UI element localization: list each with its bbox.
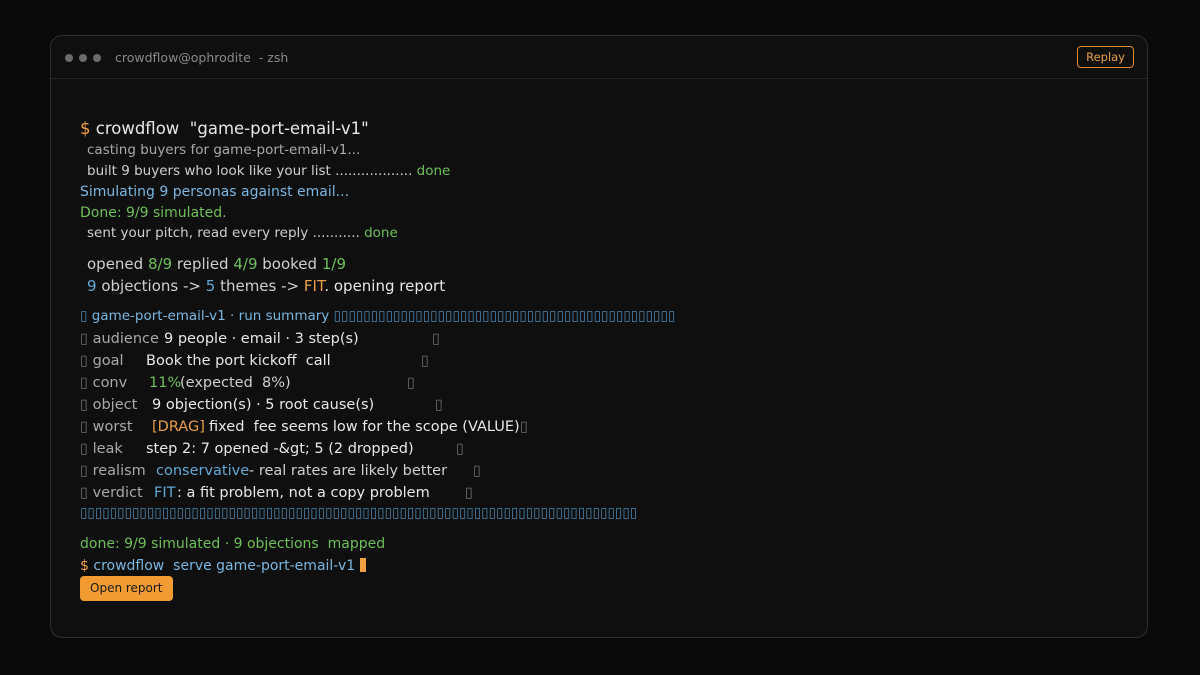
built-line: built 9 buyers who look like your list .…	[87, 163, 451, 179]
prompt-symbol: $	[80, 119, 91, 138]
box-right-border: ▯	[456, 441, 464, 457]
summary-row-audience: ▯ audience 9 people · email · 3 step(s) ▯	[80, 331, 440, 347]
box-left-border: ▯	[80, 463, 88, 479]
row-value: : a fit problem, not a copy problem	[177, 485, 430, 501]
final-done-line: done: 9/9 simulated · 9 objections mappe…	[80, 536, 386, 552]
themes-label: themes ->	[220, 277, 300, 295]
realism-tag: conservative	[156, 463, 250, 479]
title-bar: crowdflow@ophrodite - zsh Replay	[51, 36, 1147, 79]
verdict-tag: FIT	[154, 485, 176, 501]
conv-rate: 11%	[149, 375, 182, 391]
box-right-border: ▯	[407, 375, 415, 391]
row-value: 9 people · email · 3 step(s)	[164, 331, 359, 347]
sent-text: sent your pitch, read every reply ......…	[87, 225, 360, 241]
box-top-border: ▯▯▯▯▯▯▯▯▯▯▯▯▯▯▯▯▯▯▯▯▯▯▯▯▯▯▯▯▯▯▯▯▯▯▯▯▯▯▯▯…	[333, 308, 676, 324]
fit-label: FIT	[303, 277, 325, 295]
summary-row-object: ▯ object 9 objection(s) · 5 root cause(s)…	[80, 397, 443, 413]
maximize-dot-icon[interactable]	[93, 54, 101, 62]
box-left-border: ▯	[80, 331, 88, 347]
built-text: built 9 buyers who look like your list .…	[87, 163, 413, 179]
row-key: conv	[92, 375, 128, 391]
box-right-border: ▯	[421, 353, 429, 369]
summary-title: game-port-email-v1 · run summary	[91, 308, 330, 324]
box-right-border: ▯	[435, 397, 443, 413]
themes-count: 5	[205, 277, 216, 295]
simulating-line: Simulating 9 personas against email...	[80, 184, 350, 200]
box-left-border: ▯	[80, 419, 88, 435]
flow-line: 9 objections -> 5 themes -> FIT. opening…	[87, 279, 445, 294]
row-value: 9 objection(s) · 5 root cause(s)	[152, 397, 375, 413]
sent-line: sent your pitch, read every reply ......…	[87, 225, 398, 241]
row-key: leak	[92, 441, 123, 457]
box-right-border: ▯	[465, 485, 473, 501]
row-key: realism	[92, 463, 146, 479]
row-key: worst	[92, 419, 133, 435]
minimize-dot-icon[interactable]	[79, 54, 87, 62]
command-text-2: crowdflow serve game-port-email-v1	[93, 558, 356, 574]
row-key: verdict	[92, 485, 143, 501]
box-bottom-border: ▯▯▯▯▯▯▯▯▯▯▯▯▯▯▯▯▯▯▯▯▯▯▯▯▯▯▯▯▯▯▯▯▯▯▯▯▯▯▯▯…	[80, 505, 638, 521]
summary-row-goal: ▯ goal Book the port kickoff call ▯	[80, 353, 429, 369]
command-line-2: $ crowdflow serve game-port-email-v1	[80, 558, 367, 574]
prompt-symbol-2: $	[80, 558, 89, 574]
stats-line: opened 8/9 replied 4/9 booked 1/9	[87, 257, 346, 272]
replay-button[interactable]: Replay	[1077, 46, 1134, 68]
terminal-cursor	[360, 558, 367, 572]
row-value: fixed fee seems low for the scope (VALUE…	[209, 419, 520, 435]
window-controls	[65, 54, 101, 62]
command-line-1: $ crowdflow "game-port-email-v1"	[80, 119, 369, 138]
objections-count: 9	[87, 277, 97, 295]
summary-row-verdict: ▯ verdict FIT: a fit problem, not a copy …	[80, 485, 473, 501]
row-value: (expected 8%)	[180, 375, 291, 391]
summary-row-realism: ▯ realism conservative - real rates are li…	[80, 463, 481, 479]
row-value: - real rates are likely better	[249, 463, 448, 479]
sent-done: done	[364, 225, 398, 241]
box-right-border: ▯	[520, 419, 528, 435]
booked-label: booked	[262, 255, 318, 273]
box-left-border: ▯	[80, 485, 88, 501]
row-key: goal	[92, 353, 124, 369]
replied-label: replied	[176, 255, 229, 273]
window-title-shell: - zsh	[258, 50, 289, 65]
summary-row-conv: ▯ conv 11% (expected 8%) ▯	[80, 375, 415, 391]
opened-value: 8/9	[147, 255, 173, 273]
window-title-host: crowdflow@ophrodite	[115, 50, 251, 65]
box-right-border: ▯	[432, 331, 440, 347]
replied-value: 4/9	[233, 255, 258, 273]
summary-header: ▯ game-port-email-v1 · run summary ▯▯▯▯▯…	[80, 308, 676, 324]
box-corner-icon: ▯	[80, 308, 88, 324]
opening-report-text: . opening report	[324, 277, 446, 295]
casting-line: casting buyers for game-port-email-v1...	[87, 142, 361, 158]
row-value: Book the port kickoff call	[146, 353, 331, 369]
row-key: object	[92, 397, 138, 413]
open-report-button[interactable]: Open report	[80, 576, 173, 601]
command-text-1: crowdflow "game-port-email-v1"	[95, 119, 369, 138]
close-dot-icon[interactable]	[65, 54, 73, 62]
summary-row-leak: ▯ leak step 2: 7 opened -&gt; 5 (2 droppe…	[80, 441, 464, 457]
objections-label: objections ->	[101, 277, 201, 295]
worst-tag: [DRAG]	[152, 419, 205, 435]
window-title: crowdflow@ophrodite - zsh	[115, 50, 288, 65]
box-left-border: ▯	[80, 353, 88, 369]
box-left-border: ▯	[80, 375, 88, 391]
box-left-border: ▯	[80, 441, 88, 457]
terminal-window: crowdflow@ophrodite - zsh Replay $ crowd…	[50, 35, 1148, 638]
row-value: step 2: 7 opened -&gt; 5 (2 dropped)	[146, 441, 414, 457]
done-simulated-line: Done: 9/9 simulated.	[80, 205, 227, 221]
box-right-border: ▯	[473, 463, 481, 479]
row-key: audience	[92, 331, 159, 347]
booked-value: 1/9	[321, 255, 346, 273]
built-done: done	[416, 163, 451, 179]
box-left-border: ▯	[80, 397, 88, 413]
summary-row-worst: ▯ worst [DRAG] fixed fee seems low for the…	[80, 419, 528, 435]
opened-label: opened	[87, 255, 144, 273]
